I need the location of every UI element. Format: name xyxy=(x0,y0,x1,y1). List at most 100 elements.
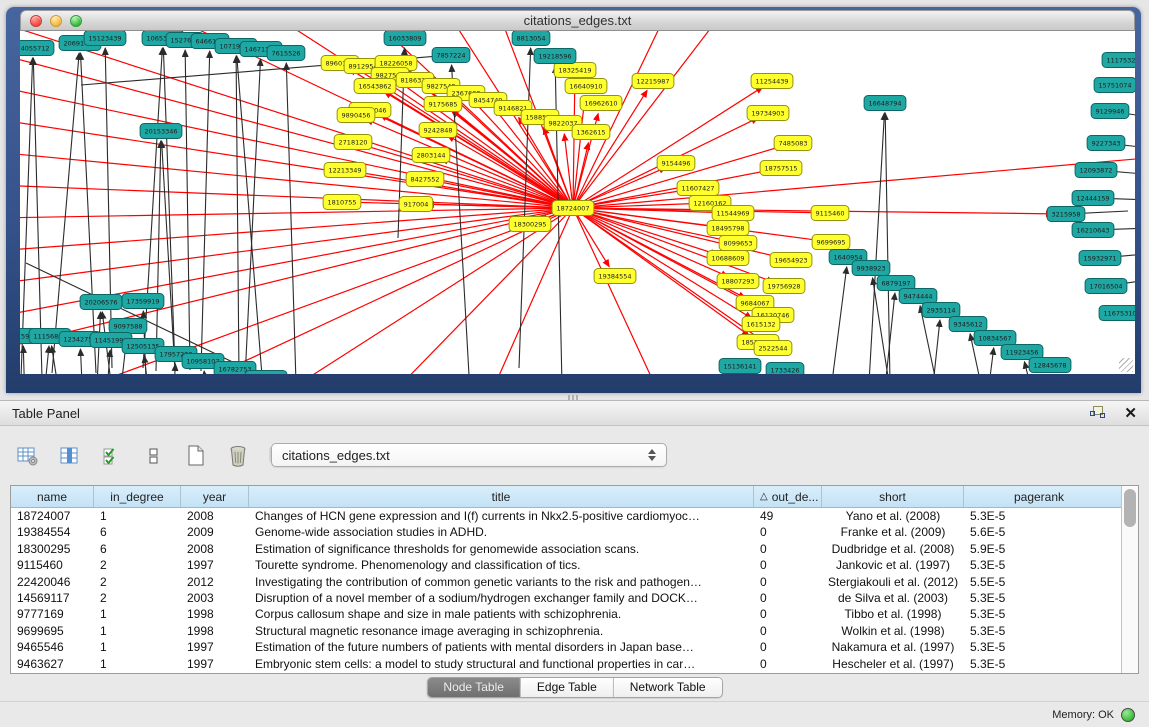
graph-node[interactable]: 16648794 xyxy=(864,96,906,111)
tab-network-table[interactable]: Network Table xyxy=(614,678,722,697)
graph-node[interactable]: 17016504 xyxy=(1085,279,1127,294)
zoom-window-button[interactable] xyxy=(70,15,82,27)
graph-node[interactable]: 9227343 xyxy=(1087,136,1125,151)
graph-node[interactable]: 18724007 xyxy=(552,201,594,216)
graph-node[interactable]: 15751074 xyxy=(1094,78,1135,93)
graph-node[interactable]: 8099653 xyxy=(719,236,757,251)
column-header-pagerank[interactable]: pagerank xyxy=(964,486,1114,507)
graph-node[interactable]: 19734903 xyxy=(747,106,789,121)
graph-node[interactable]: 7615526 xyxy=(267,46,305,61)
graph-node[interactable]: 9097588 xyxy=(109,319,147,334)
network-canvas[interactable]: 1872400789601238912954182260589827503818… xyxy=(20,31,1135,374)
graph-node[interactable]: 12923448 xyxy=(245,371,287,375)
tab-edge-table[interactable]: Edge Table xyxy=(521,678,614,697)
graph-node[interactable]: 15123439 xyxy=(84,31,126,46)
table-scrollbar-thumb[interactable] xyxy=(1124,489,1136,527)
table-mode-icon[interactable] xyxy=(14,443,42,469)
close-panel-icon[interactable]: ✕ xyxy=(1124,406,1137,421)
graph-node[interactable]: 8427552 xyxy=(406,172,444,187)
graph-node[interactable]: 9345612 xyxy=(949,317,987,332)
table-row[interactable]: 1872400712008Changes of HCN gene express… xyxy=(11,508,1121,524)
graph-node[interactable]: 9129946 xyxy=(1091,104,1129,119)
graph-node[interactable]: 19218596 xyxy=(534,49,576,64)
network-window-titlebar[interactable]: citations_edges.txt xyxy=(20,10,1135,31)
graph-node[interactable]: 14055712 xyxy=(20,41,54,56)
table-row[interactable]: 911546021997Tourette syndrome. Phenomeno… xyxy=(11,557,1121,573)
graph-node[interactable]: 19756928 xyxy=(763,279,805,294)
graph-node[interactable]: 1810755 xyxy=(323,195,361,210)
new-column-icon[interactable] xyxy=(182,443,210,469)
minimize-window-button[interactable] xyxy=(50,15,62,27)
graph-node[interactable]: 19384554 xyxy=(594,269,636,284)
column-header-short[interactable]: short xyxy=(822,486,964,507)
graph-node[interactable]: 17359919 xyxy=(122,294,164,309)
graph-node[interactable]: 12093872 xyxy=(1075,163,1117,178)
table-row[interactable]: 969969511998Structural magnetic resonanc… xyxy=(11,623,1121,639)
table-scrollbar[interactable] xyxy=(1121,486,1138,673)
table-row[interactable]: 1830029562008Estimation of significance … xyxy=(11,541,1121,557)
graph-node[interactable]: 1615132 xyxy=(742,317,780,332)
graph-node[interactable]: 11675310 xyxy=(1099,306,1135,321)
select-all-rows-icon[interactable] xyxy=(98,443,126,469)
graph-node[interactable]: 16962610 xyxy=(580,96,622,111)
graph-node[interactable]: 15136141 xyxy=(719,359,761,374)
graph-node[interactable]: 8813054 xyxy=(512,31,550,46)
graph-node[interactable]: 1362615 xyxy=(572,125,610,140)
graph-node[interactable]: 11544969 xyxy=(712,206,754,221)
graph-node[interactable]: 12444159 xyxy=(1072,191,1114,206)
graph-node[interactable]: 9474444 xyxy=(899,289,937,304)
graph-node[interactable]: 7485083 xyxy=(774,136,812,151)
graph-node[interactable]: 1733426 xyxy=(766,363,804,375)
graph-node[interactable]: 20153346 xyxy=(140,124,182,139)
graph-node[interactable]: 917004 xyxy=(399,197,433,212)
resize-grip[interactable] xyxy=(1119,358,1133,372)
memory-ok-indicator[interactable] xyxy=(1121,708,1135,722)
graph-node[interactable]: 9175685 xyxy=(424,97,462,112)
graph-node[interactable]: 3215958 xyxy=(1047,207,1085,222)
graph-node[interactable]: 7857224 xyxy=(432,48,470,63)
graph-node[interactable]: 19654923 xyxy=(770,253,812,268)
graph-node[interactable]: 9242848 xyxy=(419,123,457,138)
graph-node[interactable]: 18757515 xyxy=(760,161,802,176)
graph-node[interactable]: 2935114 xyxy=(922,303,960,318)
show-column-icon[interactable] xyxy=(56,443,84,469)
column-header-out_de[interactable]: △out_de... xyxy=(754,486,822,507)
graph-node[interactable]: 11175322 xyxy=(1102,53,1135,68)
graph-node[interactable]: 15932971 xyxy=(1079,251,1121,266)
unselect-rows-icon[interactable] xyxy=(140,443,168,469)
table-row[interactable]: 946362711997Embryonic stem cells: a mode… xyxy=(11,656,1121,672)
graph-node[interactable]: 16210643 xyxy=(1072,223,1114,238)
column-header-title[interactable]: title xyxy=(249,486,754,507)
table-select-dropdown[interactable]: citations_edges.txt xyxy=(271,443,667,467)
graph-node[interactable]: 18495798 xyxy=(707,221,749,236)
graph-node[interactable]: 9154496 xyxy=(657,156,695,171)
graph-node[interactable]: 9890456 xyxy=(337,108,375,123)
table-row[interactable]: 2242004622012Investigating the contribut… xyxy=(11,574,1121,590)
graph-node[interactable]: 10834567 xyxy=(974,331,1016,346)
graph-node[interactable]: 16033809 xyxy=(384,31,426,46)
column-header-in_degree[interactable]: in_degree xyxy=(94,486,181,507)
graph-node[interactable]: 20206576 xyxy=(80,295,122,310)
graph-node[interactable]: 2718120 xyxy=(334,135,372,150)
graph-node[interactable]: 12845678 xyxy=(1029,358,1071,373)
table-row[interactable]: 977716911998Corpus callosum shape and si… xyxy=(11,606,1121,622)
column-header-name[interactable]: name xyxy=(11,486,94,507)
graph-node[interactable]: 16543862 xyxy=(354,79,396,94)
graph-node[interactable]: 11254439 xyxy=(751,74,793,89)
table-row[interactable]: 1938455462009Genome-wide association stu… xyxy=(11,524,1121,540)
graph-node[interactable]: 16640910 xyxy=(565,79,607,94)
tab-node-table[interactable]: Node Table xyxy=(427,678,521,697)
graph-node[interactable]: 18325419 xyxy=(554,63,596,78)
column-header-year[interactable]: year xyxy=(181,486,249,507)
graph-node[interactable]: 2522544 xyxy=(754,341,792,356)
graph-node[interactable]: 12213349 xyxy=(324,163,366,178)
graph-node[interactable]: 2803144 xyxy=(412,148,450,163)
graph-node[interactable]: 12215987 xyxy=(632,74,674,89)
float-panel-icon[interactable] xyxy=(1090,406,1106,420)
table-row[interactable]: 1456911722003Disruption of a novel membe… xyxy=(11,590,1121,606)
graph-node[interactable]: 18300295 xyxy=(509,217,551,232)
close-window-button[interactable] xyxy=(30,15,42,27)
graph-node[interactable]: 10688609 xyxy=(707,251,749,266)
graph-node[interactable]: 9115460 xyxy=(811,206,849,221)
table-row[interactable]: 946554611997Estimation of the future num… xyxy=(11,639,1121,655)
